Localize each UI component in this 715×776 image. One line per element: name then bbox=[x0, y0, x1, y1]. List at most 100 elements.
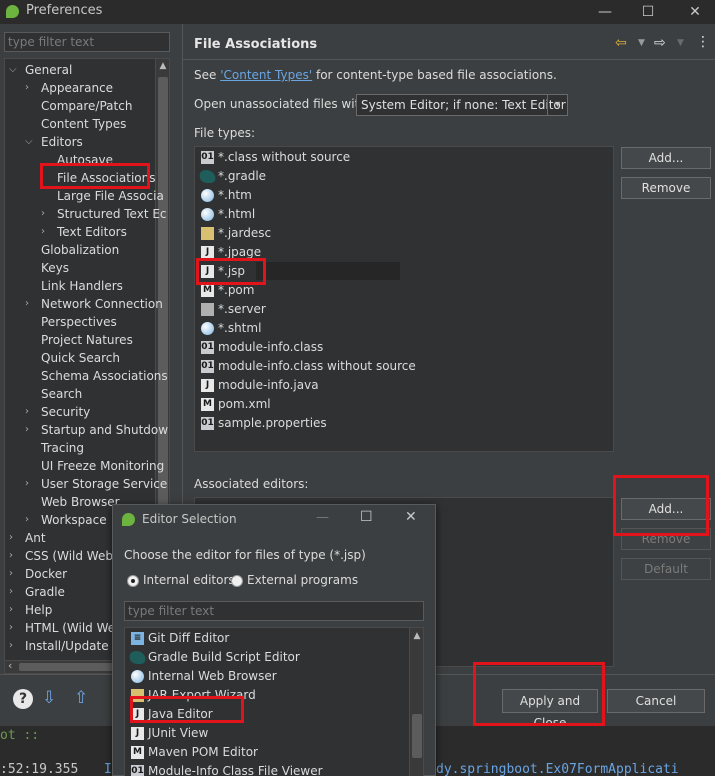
tree-item[interactable]: File Associations bbox=[57, 169, 155, 187]
chevron-right-icon[interactable]: › bbox=[9, 601, 13, 619]
tree-item[interactable]: General bbox=[25, 61, 72, 79]
console-line-1: ot :: bbox=[0, 728, 40, 743]
editor-remove-button[interactable]: Remove bbox=[621, 528, 711, 550]
editors-list[interactable]: ▲ ≡ Git Diff Editor Gradle Build Script Ed… bbox=[124, 627, 424, 776]
jsp-row-selection bbox=[256, 262, 400, 280]
tree-item[interactable]: Globalization bbox=[41, 241, 119, 259]
chevron-right-icon[interactable]: › bbox=[9, 529, 13, 547]
chevron-right-icon[interactable]: › bbox=[25, 421, 29, 439]
tree-item[interactable]: User Storage Service bbox=[41, 475, 167, 493]
chevron-right-icon[interactable]: › bbox=[41, 205, 45, 223]
chevron-right-icon[interactable]: › bbox=[9, 619, 13, 637]
chevron-right-icon[interactable]: › bbox=[25, 79, 29, 97]
tree-item[interactable]: Docker bbox=[25, 565, 67, 583]
back-dropdown-icon[interactable]: ▼ bbox=[638, 38, 645, 48]
external-programs-label[interactable]: External programs bbox=[247, 573, 358, 587]
editors-scroll-thumb[interactable] bbox=[412, 714, 422, 758]
tree-item[interactable]: Ant bbox=[25, 529, 46, 547]
editors-scrollbar[interactable]: ▲ bbox=[409, 628, 423, 776]
dialog-close-button[interactable]: ✕ bbox=[405, 509, 417, 525]
tree-item[interactable]: Structured Text Ec bbox=[57, 205, 167, 223]
tree-item[interactable]: Text Editors bbox=[57, 223, 127, 241]
tree-item[interactable]: Gradle bbox=[25, 583, 65, 601]
chevron-down-icon[interactable]: ▾ bbox=[547, 95, 567, 115]
chevron-down-icon[interactable]: ⌵ bbox=[9, 61, 17, 79]
chevron-right-icon[interactable]: › bbox=[9, 565, 13, 583]
help-icon[interactable]: ? bbox=[13, 689, 33, 709]
default-button[interactable]: Default bbox=[621, 558, 711, 580]
tree-item[interactable]: Editors bbox=[41, 133, 83, 151]
chevron-right-icon[interactable]: › bbox=[25, 511, 29, 529]
tree-item[interactable]: Workspace bbox=[41, 511, 107, 529]
internal-editors-label[interactable]: Internal editors bbox=[143, 573, 235, 587]
file-type-remove-button[interactable]: Remove bbox=[621, 177, 711, 199]
maximize-button[interactable]: ☐ bbox=[633, 2, 663, 22]
cancel-button[interactable]: Cancel bbox=[607, 689, 705, 713]
import-icon[interactable]: ⇩ bbox=[42, 688, 56, 708]
export-icon[interactable]: ⇧ bbox=[74, 688, 88, 708]
tree-item[interactable]: Appearance bbox=[41, 79, 113, 97]
tree-item[interactable]: Network Connection bbox=[41, 295, 163, 313]
tree-item[interactable]: Search bbox=[41, 385, 82, 403]
class-file-icon: 01 bbox=[201, 341, 214, 354]
tree-item[interactable]: Quick Search bbox=[41, 349, 120, 367]
sidebar-filter-input[interactable]: type filter text bbox=[4, 32, 170, 52]
tree-item[interactable]: Install/Update bbox=[25, 637, 109, 655]
chevron-right-icon[interactable]: › bbox=[41, 223, 45, 241]
editor-add-button[interactable]: Add... bbox=[621, 498, 711, 520]
class-file-icon: 01 bbox=[131, 765, 144, 776]
tree-item[interactable]: Autosave bbox=[57, 151, 113, 169]
forward-arrow-icon[interactable]: ⇨ bbox=[654, 35, 666, 51]
java-file-icon: J bbox=[131, 708, 144, 721]
tree-item[interactable]: Schema Associations bbox=[41, 367, 168, 385]
dialog-minimize-button[interactable]: — bbox=[316, 510, 329, 525]
back-arrow-icon[interactable]: ⇦ bbox=[615, 35, 627, 51]
scroll-up-icon[interactable]: ▲ bbox=[157, 61, 169, 71]
tree-item[interactable]: UI Freeze Monitoring bbox=[41, 457, 164, 475]
file-type-add-button[interactable]: Add... bbox=[621, 147, 711, 169]
minimize-button[interactable]: — bbox=[590, 2, 620, 22]
chevron-right-icon[interactable]: › bbox=[25, 475, 29, 493]
chevron-right-icon[interactable]: › bbox=[25, 295, 29, 313]
tree-item[interactable]: Tracing bbox=[41, 439, 84, 457]
tree-item[interactable]: Startup and Shutdow bbox=[41, 421, 168, 439]
dialog-filter-input[interactable]: type filter text bbox=[124, 601, 424, 621]
globe-icon bbox=[131, 670, 144, 683]
tree-item[interactable]: Web Browser bbox=[41, 493, 120, 511]
spring-leaf-icon bbox=[122, 513, 135, 526]
chevron-right-icon[interactable]: › bbox=[25, 403, 29, 421]
chevron-right-icon[interactable]: › bbox=[9, 583, 13, 601]
forward-dropdown-icon[interactable]: ▼ bbox=[677, 38, 684, 48]
tree-item[interactable]: Project Natures bbox=[41, 331, 133, 349]
file-types-list[interactable]: 01 *.class without source *.gradle *.htm *.h… bbox=[194, 146, 614, 452]
tree-item[interactable]: Keys bbox=[41, 259, 69, 277]
tree-item[interactable]: Content Types bbox=[41, 115, 126, 133]
editor-label: JUnit View bbox=[148, 726, 209, 740]
open-unassociated-combo[interactable]: System Editor; if none: Text Editor ▾ bbox=[356, 94, 568, 116]
tree-item[interactable]: Perspectives bbox=[41, 313, 117, 331]
editor-label: Maven POM Editor bbox=[148, 745, 258, 759]
tree-item[interactable]: Security bbox=[41, 403, 90, 421]
chevron-right-icon[interactable]: › bbox=[9, 637, 13, 655]
tree-item[interactable]: Link Handlers bbox=[41, 277, 123, 295]
close-button[interactable]: ✕ bbox=[680, 2, 710, 22]
tree-item[interactable]: CSS (Wild Web bbox=[25, 547, 113, 565]
file-type-label: *.server bbox=[218, 302, 266, 316]
tree-item[interactable]: Large File Associa bbox=[57, 187, 164, 205]
chevron-right-icon[interactable]: › bbox=[9, 547, 13, 565]
file-type-label: *.shtml bbox=[218, 321, 262, 335]
tree-item[interactable]: Help bbox=[25, 601, 52, 619]
content-types-link[interactable]: 'Content Types' bbox=[220, 68, 312, 82]
title-bar: Preferences — ☐ ✕ bbox=[0, 0, 715, 24]
tree-item[interactable]: HTML (Wild Web bbox=[25, 619, 123, 637]
scroll-left-icon[interactable]: ‹ bbox=[8, 659, 12, 672]
external-programs-radio[interactable] bbox=[231, 575, 243, 587]
tree-item[interactable]: Compare/Patch bbox=[41, 97, 132, 115]
scroll-up-icon[interactable]: ▲ bbox=[411, 631, 423, 641]
view-menu-icon[interactable]: ⋮ bbox=[696, 34, 710, 50]
internal-editors-radio[interactable] bbox=[127, 575, 139, 587]
apply-and-close-button[interactable]: Apply and Close bbox=[502, 689, 598, 730]
maven-icon: M bbox=[131, 746, 144, 759]
chevron-down-icon[interactable]: ⌵ bbox=[25, 133, 33, 151]
dialog-maximize-button[interactable]: ☐ bbox=[360, 509, 373, 525]
